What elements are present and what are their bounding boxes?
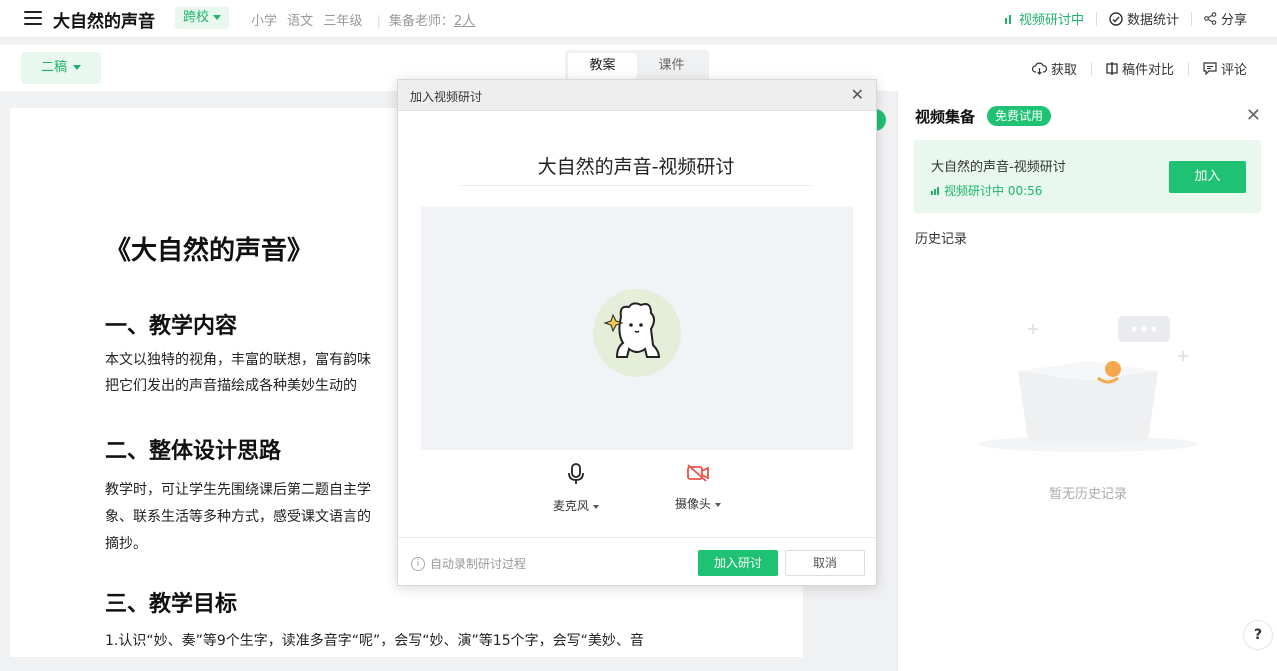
mascot-illustration	[603, 302, 661, 358]
mic-control[interactable]: 麦克风	[536, 463, 616, 514]
meta-grade: 三年级	[323, 14, 363, 29]
auto-record-note: i 自动录制研讨过程	[411, 555, 526, 572]
live-status-button[interactable]: 视频研讨中	[1004, 9, 1084, 28]
get-label: 获取	[1050, 63, 1077, 78]
mic-label: 麦克风	[552, 499, 589, 513]
join-discussion-button[interactable]: 加入研讨	[698, 550, 778, 576]
caret-down-icon	[715, 502, 721, 507]
document-title: 《大自然的声音》	[105, 236, 314, 266]
section-heading: 三、教学目标	[105, 592, 238, 617]
empty-history-text: 暂无历史记录	[1048, 487, 1127, 502]
cross-school-label: 跨校	[183, 10, 210, 25]
top-bar: 大自然的声音 跨校 小学 语文 三年级 | 集备老师：2人 视频研讨中 数据统计…	[0, 0, 1277, 38]
panel-title: 视频集备	[915, 108, 976, 126]
compare-button[interactable]: 稿件对比	[1106, 59, 1174, 78]
caret-down-icon	[213, 15, 222, 20]
tab-courseware[interactable]: 课件	[637, 53, 706, 79]
divider	[1090, 61, 1092, 76]
session-status: 视频研讨中 00:56	[931, 182, 1042, 199]
divider	[1187, 61, 1189, 76]
close-icon[interactable]: ✕	[851, 85, 864, 104]
comment-label: 评论	[1220, 63, 1247, 78]
section-text: 教学时，可让学生先围绕课后第二题自主学 象、联系生活等多种方式，感受课文语言的 …	[105, 482, 371, 552]
join-video-dialog: 加入视频研讨 ✕ 大自然的声音-视频研讨 麦克风 摄像头 i 自动录制研讨过程 加…	[397, 79, 877, 586]
info-icon: i	[411, 556, 425, 571]
free-trial-badge: 免费试用	[987, 106, 1052, 126]
signal-bars-icon	[931, 187, 939, 195]
comment-icon	[1203, 62, 1217, 75]
history-label: 历史记录	[915, 232, 968, 247]
view-tabs: 教案 课件	[565, 50, 709, 82]
data-stats-label: 数据统计	[1126, 13, 1179, 28]
cross-school-dropdown[interactable]: 跨校	[175, 7, 230, 29]
draft-version-dropdown[interactable]: 二稿	[21, 52, 101, 84]
caret-down-icon	[73, 65, 81, 70]
section-heading: 二、整体设计思路	[105, 439, 282, 464]
dialog-title: 加入视频研讨	[410, 90, 483, 104]
share-icon	[1204, 12, 1217, 25]
signal-bars-icon	[1004, 14, 1011, 24]
close-icon[interactable]: ✕	[1246, 105, 1261, 126]
auto-record-label: 自动录制研讨过程	[430, 557, 527, 571]
divider: |	[376, 14, 381, 29]
data-stats-button[interactable]: 数据统计	[1109, 9, 1179, 28]
teachers-label: 集备老师：	[389, 14, 455, 29]
cancel-button[interactable]: 取消	[785, 550, 865, 576]
share-button[interactable]: 分享	[1204, 9, 1247, 28]
teachers-count-link[interactable]: 2人	[454, 14, 475, 29]
microphone-icon	[568, 463, 584, 484]
menu-icon[interactable]	[24, 11, 42, 25]
divider	[1095, 11, 1097, 26]
join-button[interactable]: 加入	[1169, 161, 1246, 193]
dialog-footer: i 自动录制研讨过程 加入研讨 取消	[398, 537, 876, 585]
section-text: 本文以独特的视角，丰富的联想，富有韵味 把它们发出的声音描绘成各种美妙生动的	[105, 352, 371, 394]
video-prep-panel: 视频集备 免费试用 ✕ 大自然的声音-视频研讨 视频研讨中 00:56 加入 历…	[897, 91, 1277, 671]
empty-box-illustration	[978, 316, 1198, 452]
help-icon[interactable]: ?	[1243, 620, 1273, 650]
meta-subject: 语文	[287, 14, 314, 29]
session-status-text: 视频研讨中 00:56	[944, 184, 1043, 198]
camera-preview	[421, 207, 853, 450]
camera-label: 摄像头	[674, 497, 711, 511]
divider	[1190, 11, 1192, 26]
comment-button[interactable]: 评论	[1203, 59, 1247, 78]
get-button[interactable]: 获取	[1031, 59, 1077, 78]
dialog-header: 加入视频研讨 ✕	[398, 80, 876, 111]
camera-control[interactable]: 摄像头	[658, 463, 738, 512]
room-name-field[interactable]: 大自然的声音-视频研讨	[461, 152, 811, 186]
avatar	[593, 289, 681, 377]
share-label: 分享	[1220, 13, 1247, 28]
session-name: 大自然的声音-视频研讨	[931, 160, 1066, 175]
stats-icon	[1109, 11, 1123, 26]
section-heading: 一、教学内容	[105, 314, 238, 339]
page-title: 大自然的声音	[53, 12, 155, 32]
section-text: 1.认识“妙、奏”等9个生字，读准多音字“呢”，会写“妙、演”等15个字，会写“…	[105, 633, 644, 649]
camera-off-icon	[687, 464, 709, 482]
meta-stage: 小学	[251, 14, 278, 29]
live-session-card: 大自然的声音-视频研讨 视频研讨中 00:56 加入	[914, 140, 1261, 213]
cloud-download-icon	[1031, 62, 1047, 75]
draft-label: 二稿	[40, 60, 67, 75]
caret-down-icon	[593, 504, 599, 509]
tab-lesson-plan[interactable]: 教案	[568, 53, 637, 79]
course-meta: 小学 语文 三年级 | 集备老师：2人	[251, 10, 481, 29]
compare-label: 稿件对比	[1121, 63, 1174, 78]
live-status-label: 视频研讨中	[1018, 13, 1084, 28]
compare-icon	[1106, 62, 1118, 75]
